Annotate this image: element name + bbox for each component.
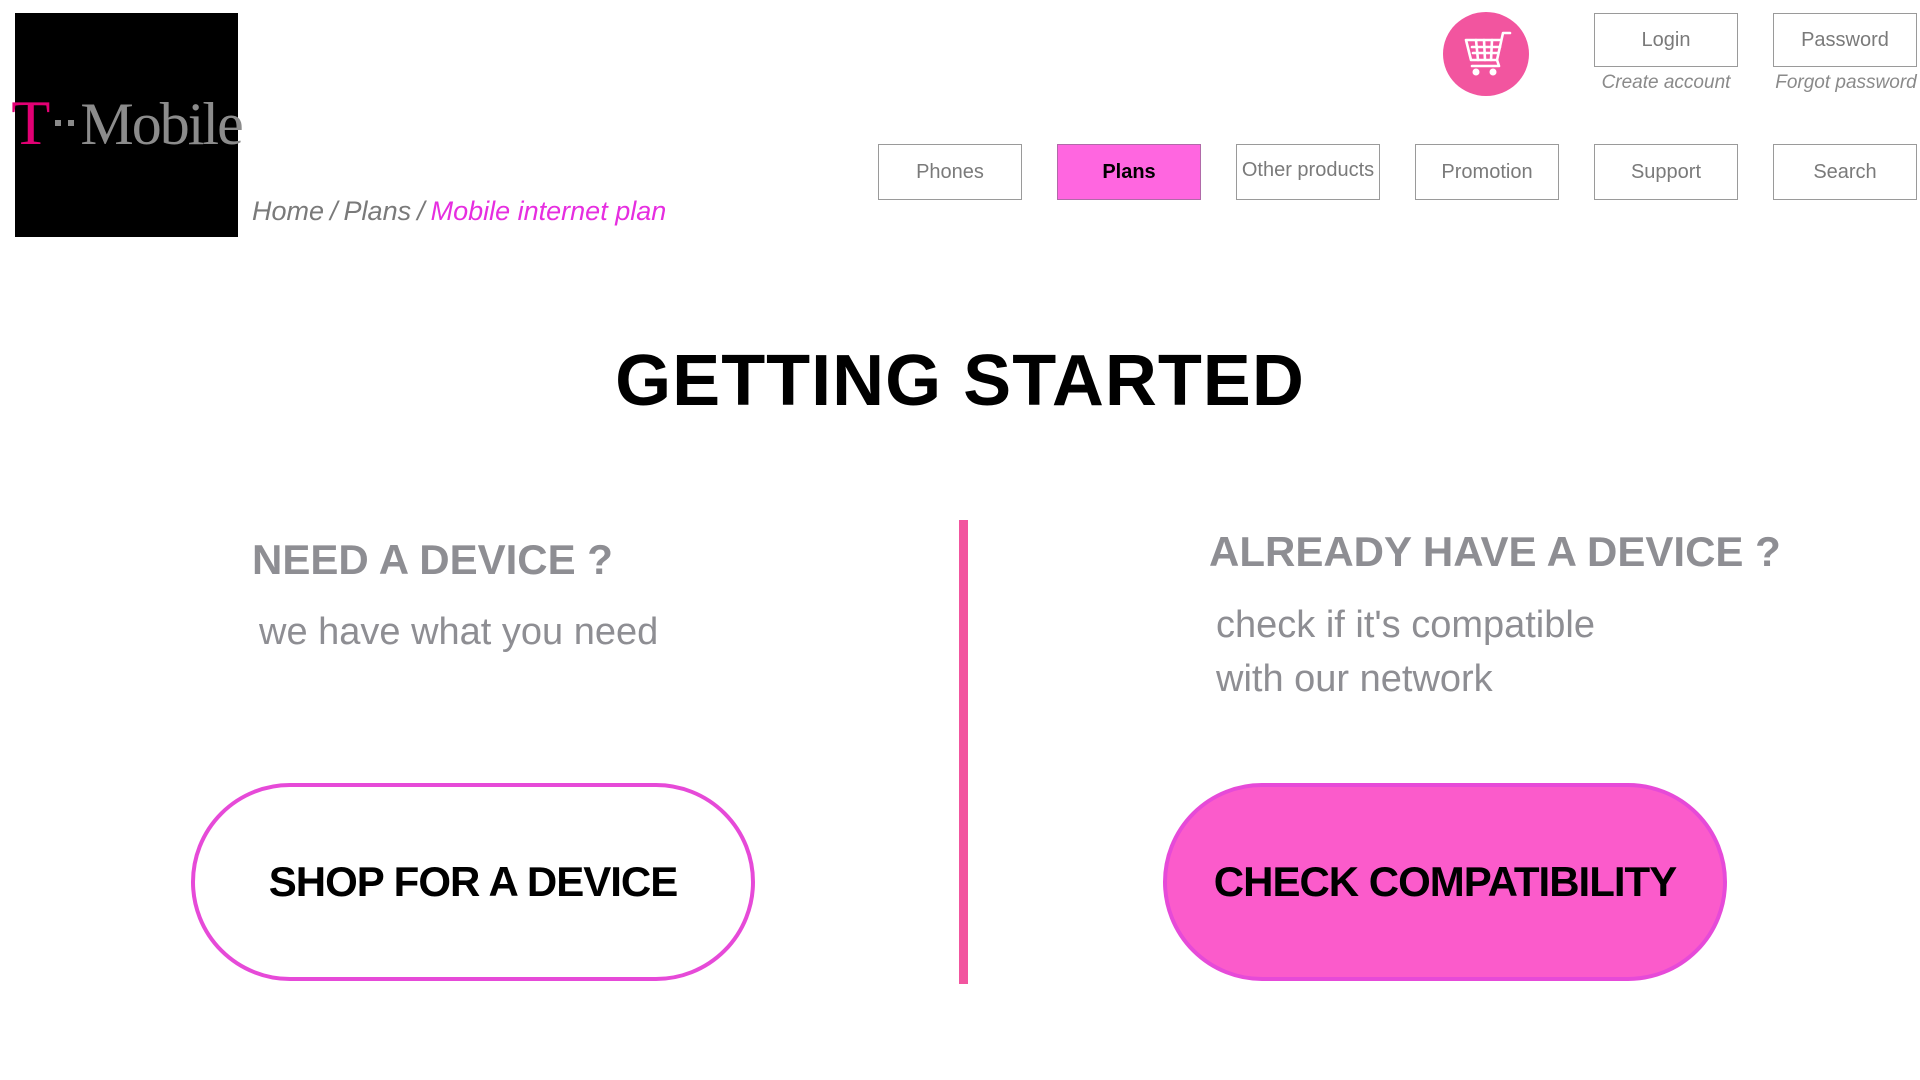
breadcrumb-separator: / bbox=[417, 196, 425, 226]
nav-search[interactable]: Search bbox=[1773, 144, 1917, 200]
breadcrumb-current: Mobile internet plan bbox=[430, 196, 667, 226]
nav-plans[interactable]: Plans bbox=[1057, 144, 1201, 200]
breadcrumb-separator: / bbox=[330, 196, 338, 226]
compatibility-subtext-line2: with our network bbox=[1216, 658, 1493, 700]
login-button[interactable]: Login bbox=[1594, 13, 1738, 67]
nav-support[interactable]: Support bbox=[1594, 144, 1738, 200]
need-device-heading: NEED A DEVICE ? bbox=[252, 536, 613, 583]
shopping-cart-icon bbox=[1464, 31, 1512, 76]
column-divider bbox=[959, 520, 968, 984]
breadcrumb-plans[interactable]: Plans bbox=[344, 196, 412, 226]
already-have-device-heading: ALREADY HAVE A DEVICE ? bbox=[1209, 528, 1781, 575]
page-title: GETTING STARTED bbox=[615, 341, 1305, 421]
nav-promotion[interactable]: Promotion bbox=[1415, 144, 1559, 200]
need-device-subtext: we have what you need bbox=[259, 611, 659, 653]
nav-other-products[interactable]: Other products bbox=[1236, 144, 1380, 200]
compatibility-subtext-line1: check if it's compatible bbox=[1216, 604, 1595, 646]
check-compatibility-button[interactable]: CHECK COMPATIBILITY bbox=[1163, 783, 1727, 981]
password-button[interactable]: Password bbox=[1773, 13, 1917, 67]
breadcrumb: Home / Plans / Mobile internet plan bbox=[252, 196, 666, 227]
cart-button[interactable] bbox=[1443, 12, 1529, 96]
create-account-link[interactable]: Create account bbox=[1594, 72, 1738, 94]
nav-phones[interactable]: Phones bbox=[878, 144, 1022, 200]
forgot-password-link[interactable]: Forgot password bbox=[1766, 72, 1920, 94]
logo-dots bbox=[55, 120, 75, 126]
logo-t-letter: T bbox=[11, 87, 51, 158]
logo-wordmark: Mobile bbox=[80, 91, 243, 157]
breadcrumb-home[interactable]: Home bbox=[252, 196, 324, 226]
shop-for-device-button[interactable]: SHOP FOR A DEVICE bbox=[191, 783, 755, 981]
tmobile-logo[interactable]: T Mobile bbox=[11, 13, 244, 237]
